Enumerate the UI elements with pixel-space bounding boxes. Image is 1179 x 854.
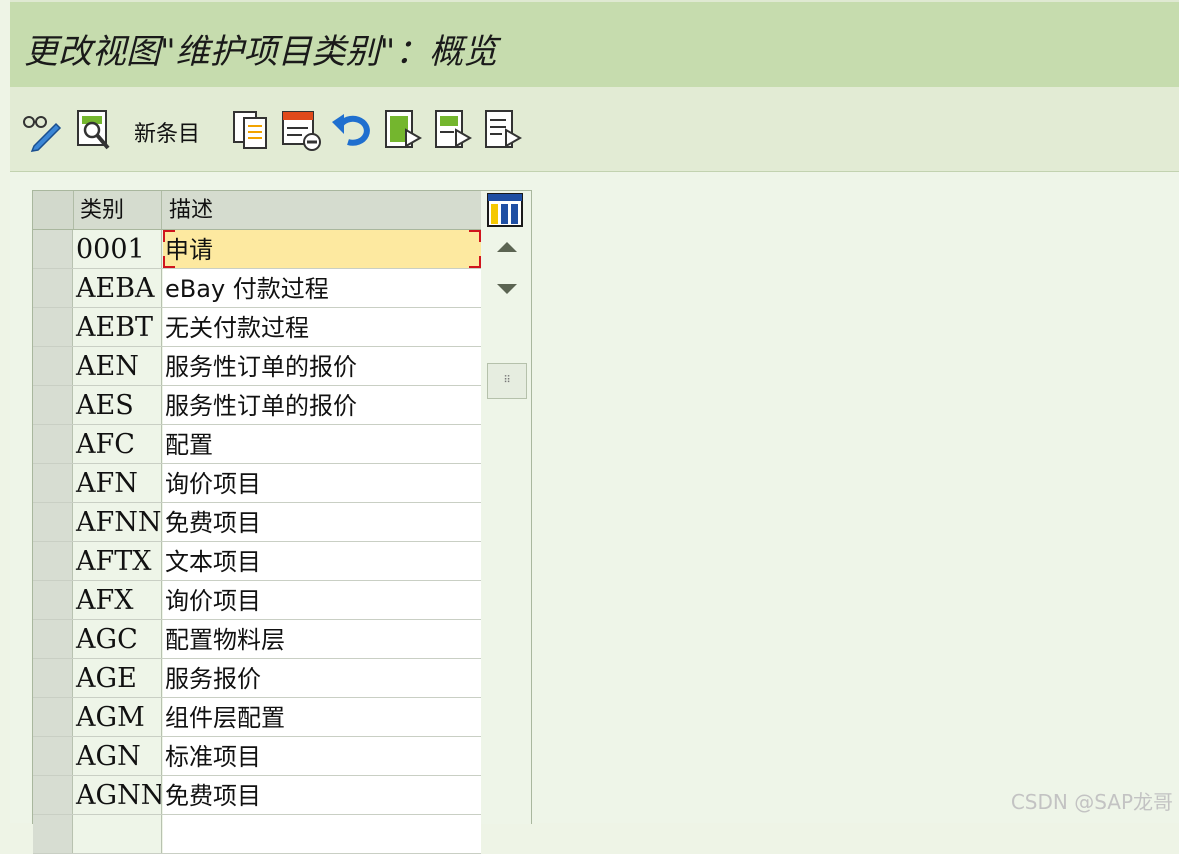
description-cell[interactable]: 免费项目 xyxy=(163,776,481,814)
row-selector[interactable] xyxy=(33,698,73,736)
description-cell[interactable]: 免费项目 xyxy=(163,503,481,541)
row-selector[interactable] xyxy=(33,308,73,346)
delete-icon[interactable] xyxy=(280,108,322,152)
select-all-icon[interactable] xyxy=(382,108,424,152)
description-cell[interactable]: 标准项目 xyxy=(163,737,481,775)
description-cell[interactable]: 服务性订单的报价 xyxy=(163,386,481,424)
table-row[interactable]: AEBA eBay 付款过程 xyxy=(33,269,481,308)
find-icon[interactable] xyxy=(74,108,116,152)
new-entries-button[interactable]: 新条目 xyxy=(134,116,200,148)
row-selector[interactable] xyxy=(33,425,73,463)
table-row[interactable]: AFC 配置 xyxy=(33,425,481,464)
row-selector[interactable] xyxy=(33,347,73,385)
category-cell[interactable]: AFC xyxy=(74,425,162,463)
scrollbar-thumb[interactable]: ⠿ xyxy=(487,363,527,399)
table-row[interactable]: AFNN 免费项目 xyxy=(33,503,481,542)
category-cell[interactable]: AES xyxy=(74,386,162,424)
category-cell[interactable]: AGC xyxy=(74,620,162,658)
table-row[interactable]: AFTX 文本项目 xyxy=(33,542,481,581)
description-cell[interactable]: 文本项目 xyxy=(163,542,481,580)
select-all-rows-button[interactable] xyxy=(33,191,74,229)
page-title: 更改视图"维护项目类别"：概览 xyxy=(24,32,498,72)
description-cell[interactable]: 申请 xyxy=(163,230,481,268)
description-cell[interactable]: 组件层配置 xyxy=(163,698,481,736)
table-header: 类别 描述 xyxy=(33,191,481,230)
description-cell[interactable]: 无关付款过程 xyxy=(163,308,481,346)
table-row[interactable]: AFN 询价项目 xyxy=(33,464,481,503)
row-selector[interactable] xyxy=(33,542,73,580)
column-settings-icon[interactable] xyxy=(487,193,523,227)
watermark: CSDN @SAP龙哥 xyxy=(1010,790,1173,814)
category-cell[interactable]: AFN xyxy=(74,464,162,502)
category-cell[interactable] xyxy=(74,815,162,853)
scroll-down-icon[interactable] xyxy=(487,272,527,306)
table-row[interactable]: AEBT 无关付款过程 xyxy=(33,308,481,347)
copy-icon[interactable] xyxy=(230,108,272,152)
select-block-icon[interactable] xyxy=(432,108,474,152)
row-selector[interactable] xyxy=(33,659,73,697)
description-cell[interactable] xyxy=(163,815,481,853)
row-selector[interactable] xyxy=(33,581,73,619)
description-cell[interactable]: 询价项目 xyxy=(163,581,481,619)
category-cell[interactable]: AEN xyxy=(74,347,162,385)
description-cell[interactable]: 配置物料层 xyxy=(163,620,481,658)
table-row[interactable]: AGE 服务报价 xyxy=(33,659,481,698)
row-selector[interactable] xyxy=(33,620,73,658)
table-row[interactable]: AFX 询价项目 xyxy=(33,581,481,620)
table-row[interactable]: AGM 组件层配置 xyxy=(33,698,481,737)
table-row[interactable]: AGC 配置物料层 xyxy=(33,620,481,659)
category-cell[interactable]: AFX xyxy=(74,581,162,619)
table-control: 类别 描述 0001 申请 AEBA eBay 付款过程 AEBT 无关付款过程 AEN 服务… xyxy=(32,190,532,854)
deselect-all-icon[interactable] xyxy=(482,108,524,152)
scroll-up-icon[interactable] xyxy=(487,230,527,264)
table-row[interactable]: AGNN 免费项目 xyxy=(33,776,481,815)
category-cell[interactable]: AGE xyxy=(74,659,162,697)
cell-focus-marker xyxy=(469,230,481,242)
description-cell[interactable]: 服务性订单的报价 xyxy=(163,347,481,385)
display-change-icon[interactable] xyxy=(20,108,62,152)
category-cell[interactable]: AGM xyxy=(74,698,162,736)
table-row[interactable]: AEN 服务性订单的报价 xyxy=(33,347,481,386)
description-cell[interactable]: eBay 付款过程 xyxy=(163,269,481,307)
cell-focus-marker xyxy=(163,230,175,242)
row-selector[interactable] xyxy=(33,815,73,853)
category-cell[interactable]: AGN xyxy=(74,737,162,775)
row-selector[interactable] xyxy=(33,230,73,268)
row-selector[interactable] xyxy=(33,776,73,814)
description-cell[interactable]: 服务报价 xyxy=(163,659,481,697)
category-cell[interactable]: AFTX xyxy=(74,542,162,580)
category-cell[interactable]: AGNN xyxy=(74,776,162,814)
category-cell[interactable]: AEBT xyxy=(74,308,162,346)
table-row[interactable]: 0001 申请 xyxy=(33,230,481,269)
cell-focus-marker xyxy=(469,256,481,268)
row-selector[interactable] xyxy=(33,386,73,424)
column-header-description[interactable]: 描述 xyxy=(163,191,481,229)
undo-icon[interactable] xyxy=(330,108,372,152)
row-selector[interactable] xyxy=(33,464,73,502)
table-row[interactable]: AGN 标准项目 xyxy=(33,737,481,776)
description-cell[interactable]: 询价项目 xyxy=(163,464,481,502)
row-selector[interactable] xyxy=(33,737,73,775)
category-cell[interactable]: AEBA xyxy=(74,269,162,307)
vertical-scrollbar[interactable]: ⠿ xyxy=(485,230,529,824)
row-selector[interactable] xyxy=(33,269,73,307)
description-cell[interactable]: 配置 xyxy=(163,425,481,463)
row-selector[interactable] xyxy=(33,503,73,541)
cell-focus-marker xyxy=(163,256,175,268)
title-bar: 更改视图"维护项目类别"：概览 xyxy=(10,0,1179,89)
table-row[interactable]: AES 服务性订单的报价 xyxy=(33,386,481,425)
category-cell[interactable]: AFNN xyxy=(74,503,162,541)
table-row[interactable] xyxy=(33,815,481,854)
category-cell[interactable]: 0001 xyxy=(74,230,162,268)
column-header-category[interactable]: 类别 xyxy=(74,191,162,229)
